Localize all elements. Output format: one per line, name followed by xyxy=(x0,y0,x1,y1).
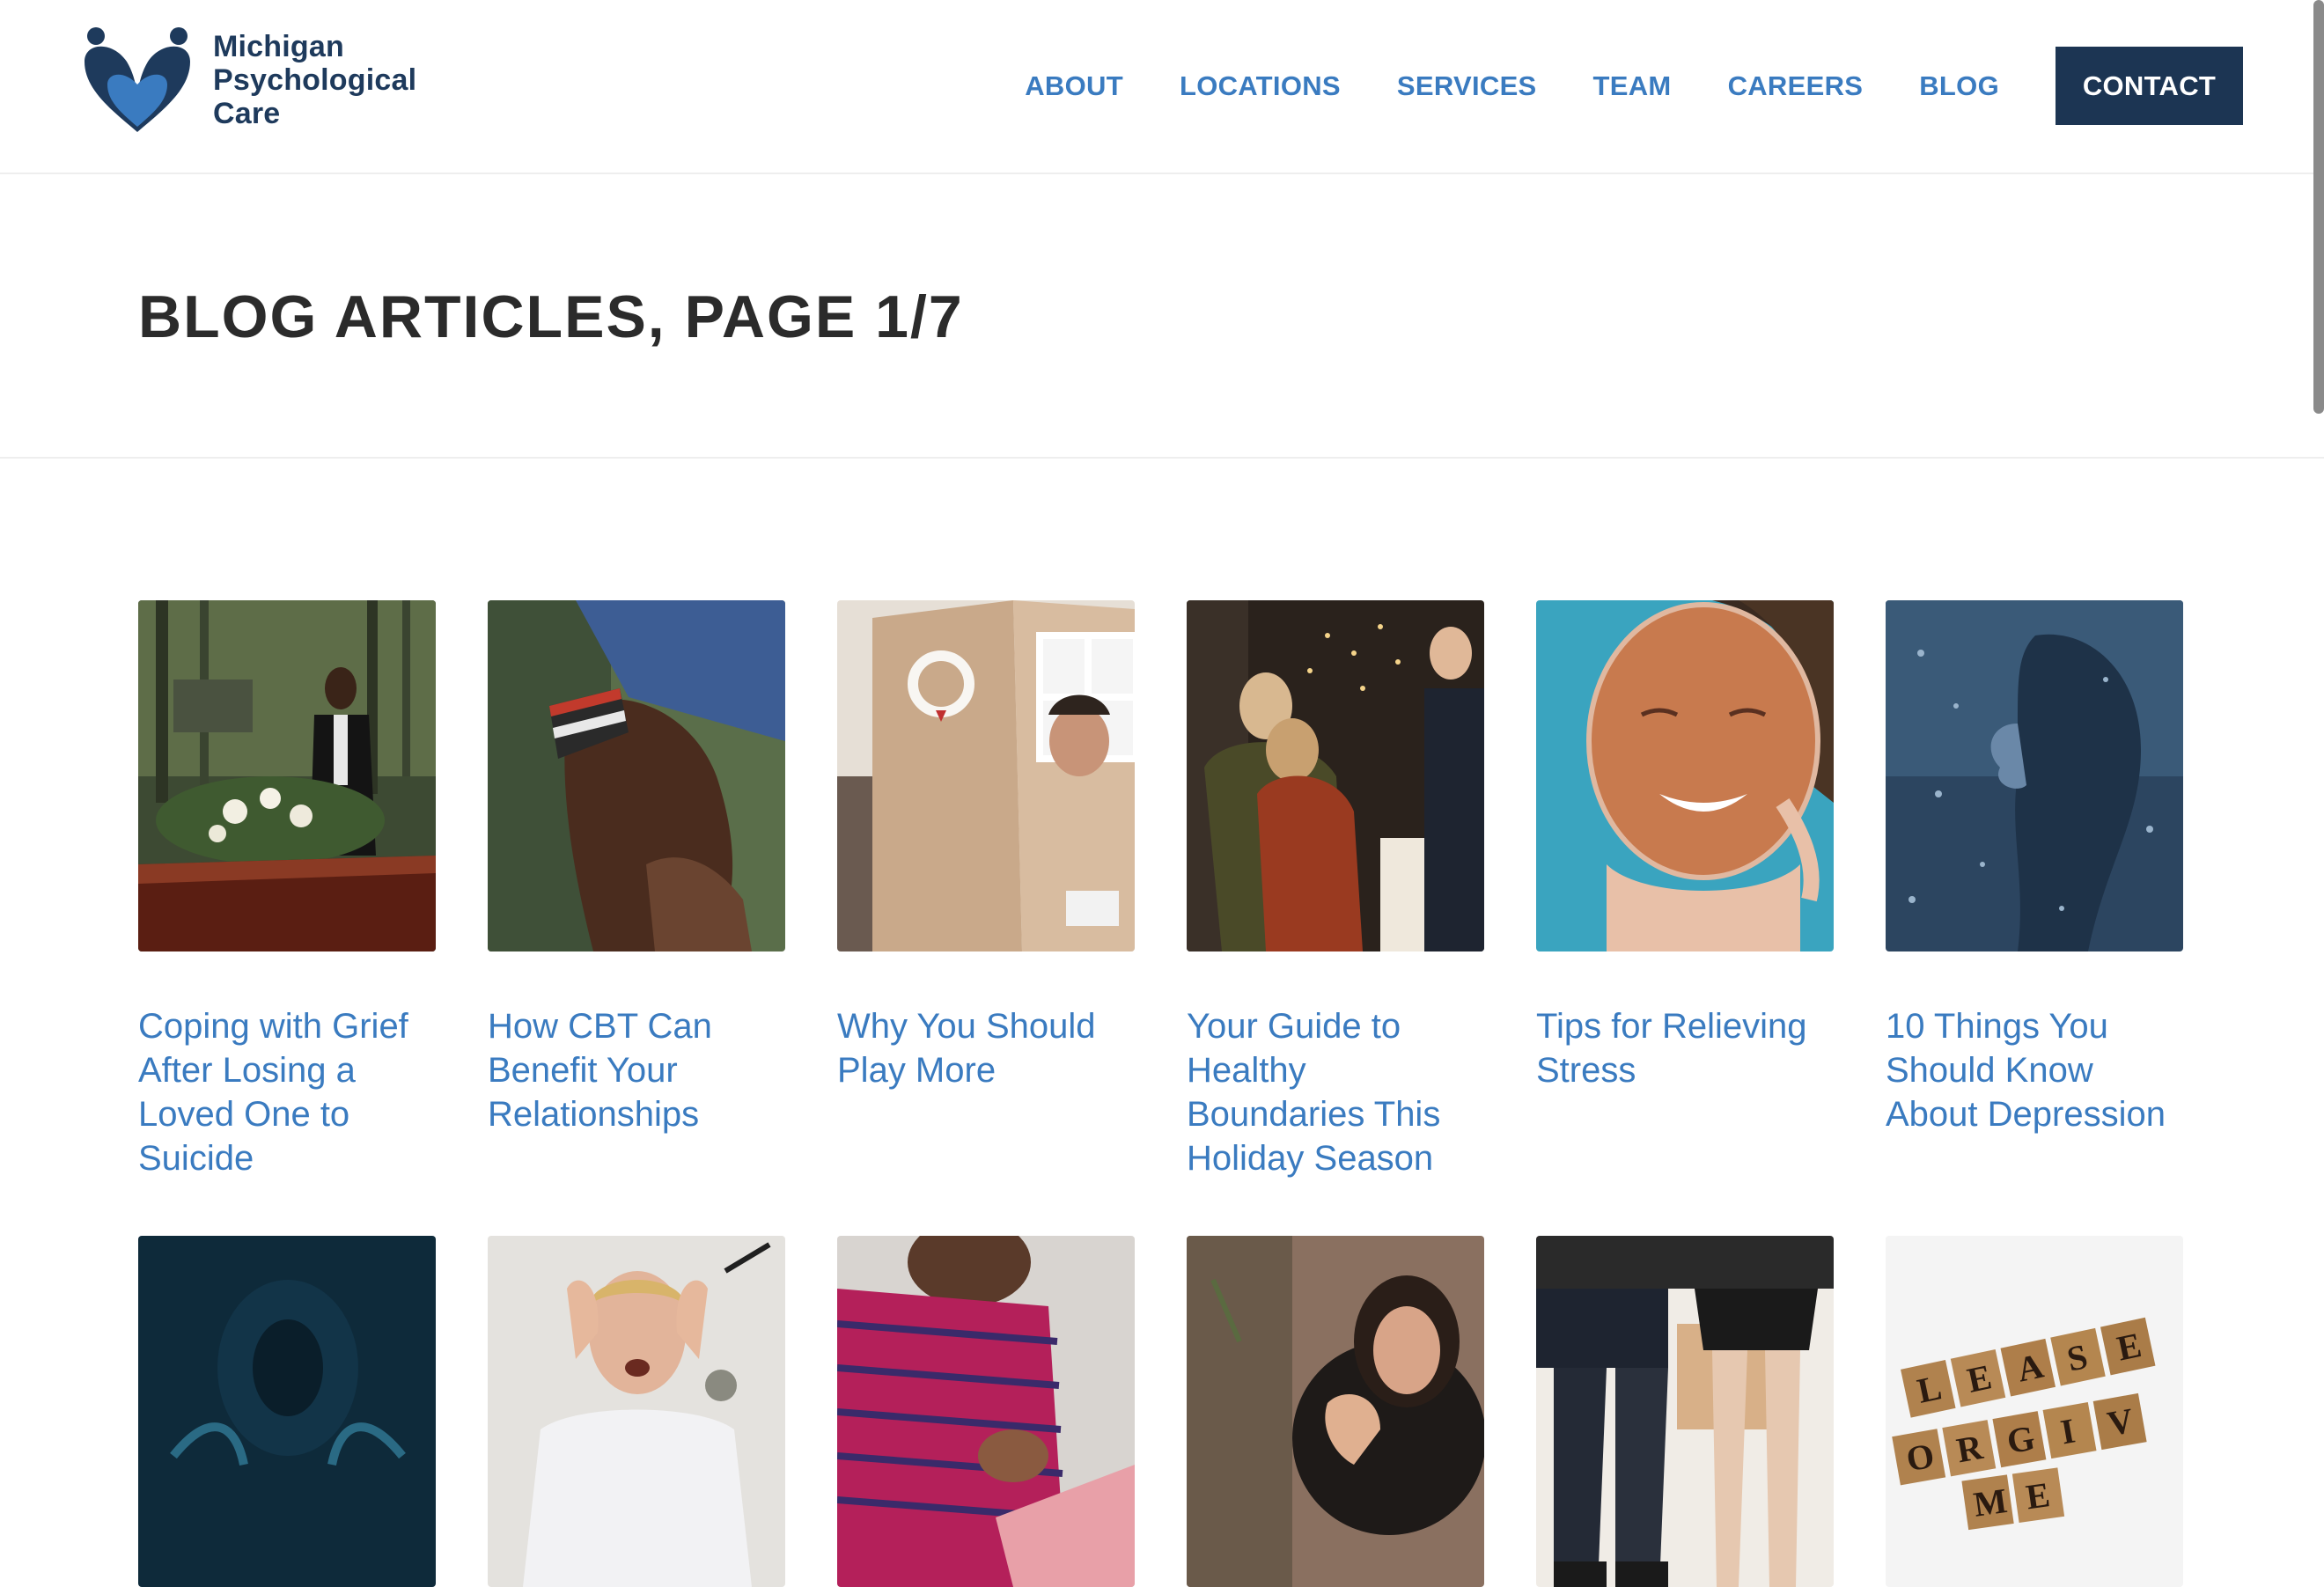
nav-item-services[interactable]: SERVICES xyxy=(1397,70,1537,102)
post-thumbnail[interactable] xyxy=(1886,600,2183,951)
post-thumbnail[interactable] xyxy=(1187,600,1484,951)
holding-hands-photo-icon xyxy=(488,600,785,951)
scrabble-letter: M xyxy=(1971,1480,2010,1525)
holiday-hug-photo-icon xyxy=(1187,600,1484,951)
post-thumbnail[interactable] xyxy=(1536,600,1834,951)
scrabble-tiles-photo-icon: L E A S E O R G I V M E xyxy=(1886,1236,2183,1587)
nav-item-blog[interactable]: BLOG xyxy=(1919,70,1999,102)
blog-post-card[interactable]: L E A S E O R G I V M E xyxy=(1886,1236,2183,1587)
funeral-casket-photo-icon xyxy=(138,600,436,951)
logo-line: Care xyxy=(213,97,281,130)
post-title-link[interactable]: Coping with Grief After Losing a Loved O… xyxy=(138,1004,436,1180)
post-thumbnail[interactable]: L E A S E O R G I V M E xyxy=(1886,1236,2183,1587)
rain-window-portrait-photo-icon xyxy=(1886,600,2183,951)
post-title-link[interactable]: Tips for Relieving Stress xyxy=(1536,1004,1834,1180)
blog-post-card[interactable] xyxy=(1187,1236,1484,1587)
post-thumbnail[interactable] xyxy=(1536,1236,1834,1587)
blog-post-card[interactable] xyxy=(837,1236,1135,1587)
post-title-link[interactable]: Why You Should Play More xyxy=(837,1004,1135,1180)
site-header: Michigan Psychological Care ABOUT LOCATI… xyxy=(0,0,2324,174)
site-logo[interactable]: Michigan Psychological Care xyxy=(77,26,416,134)
blog-post-card[interactable]: Why You Should Play More xyxy=(837,600,1135,1180)
nav-item-about[interactable]: ABOUT xyxy=(1025,70,1123,102)
blog-post-card[interactable] xyxy=(138,1236,436,1587)
heart-figures-logo-icon xyxy=(85,27,190,133)
contact-button[interactable]: CONTACT xyxy=(2056,47,2243,125)
page-title: BLOG ARTICLES, PAGE 1/7 xyxy=(138,283,964,350)
scrollbar-thumb[interactable] xyxy=(2313,0,2324,414)
post-thumbnail[interactable] xyxy=(1187,1236,1484,1587)
post-title-link[interactable]: 10 Things You Should Know About Depressi… xyxy=(1886,1004,2183,1180)
nav-item-team[interactable]: TEAM xyxy=(1593,70,1672,102)
nav-item-careers[interactable]: CAREERS xyxy=(1728,70,1864,102)
blog-post-card[interactable]: Tips for Relieving Stress xyxy=(1536,600,1834,1180)
cardboard-playhouse-photo-icon xyxy=(837,600,1135,951)
post-thumbnail[interactable] xyxy=(488,1236,785,1587)
woman-reaching-photo-icon xyxy=(1187,1236,1484,1587)
post-thumbnail[interactable] xyxy=(138,600,436,951)
blog-post-card[interactable]: How CBT Can Benefit Your Relationships xyxy=(488,600,785,1180)
post-thumbnail[interactable] xyxy=(837,1236,1135,1587)
post-thumbnail[interactable] xyxy=(138,1236,436,1587)
dark-silhouette-photo-icon xyxy=(138,1236,436,1587)
couple-sitting-photo-icon xyxy=(1536,1236,1834,1587)
post-thumbnail[interactable] xyxy=(488,600,785,951)
post-title-link[interactable]: How CBT Can Benefit Your Relationships xyxy=(488,1004,785,1180)
page-title-band: BLOG ARTICLES, PAGE 1/7 xyxy=(0,176,2324,459)
post-title-link[interactable]: Your Guide to Healthy Boundaries This Ho… xyxy=(1187,1004,1484,1180)
main-navigation: ABOUT LOCATIONS SERVICES TEAM CAREERS BL… xyxy=(968,47,2243,125)
blog-post-card[interactable] xyxy=(1536,1236,1834,1587)
logo-line: Psychological xyxy=(213,63,417,97)
elderly-man-writing-photo-icon xyxy=(837,1236,1135,1587)
nav-item-locations[interactable]: LOCATIONS xyxy=(1180,70,1341,102)
blog-post-card[interactable]: 10 Things You Should Know About Depressi… xyxy=(1886,600,2183,1180)
blog-post-card[interactable] xyxy=(488,1236,785,1587)
blog-post-card[interactable]: Coping with Grief After Losing a Loved O… xyxy=(138,600,436,1180)
blog-post-card[interactable]: Your Guide to Healthy Boundaries This Ho… xyxy=(1187,600,1484,1180)
face-mask-photo-icon xyxy=(1536,600,1834,951)
blog-post-grid: Coping with Grief After Losing a Loved O… xyxy=(138,600,2186,1587)
stressed-man-photo-icon xyxy=(488,1236,785,1587)
post-thumbnail[interactable] xyxy=(837,600,1135,951)
logo-line: Michigan xyxy=(213,30,344,63)
logo-wordmark: Michigan Psychological Care xyxy=(213,30,416,130)
